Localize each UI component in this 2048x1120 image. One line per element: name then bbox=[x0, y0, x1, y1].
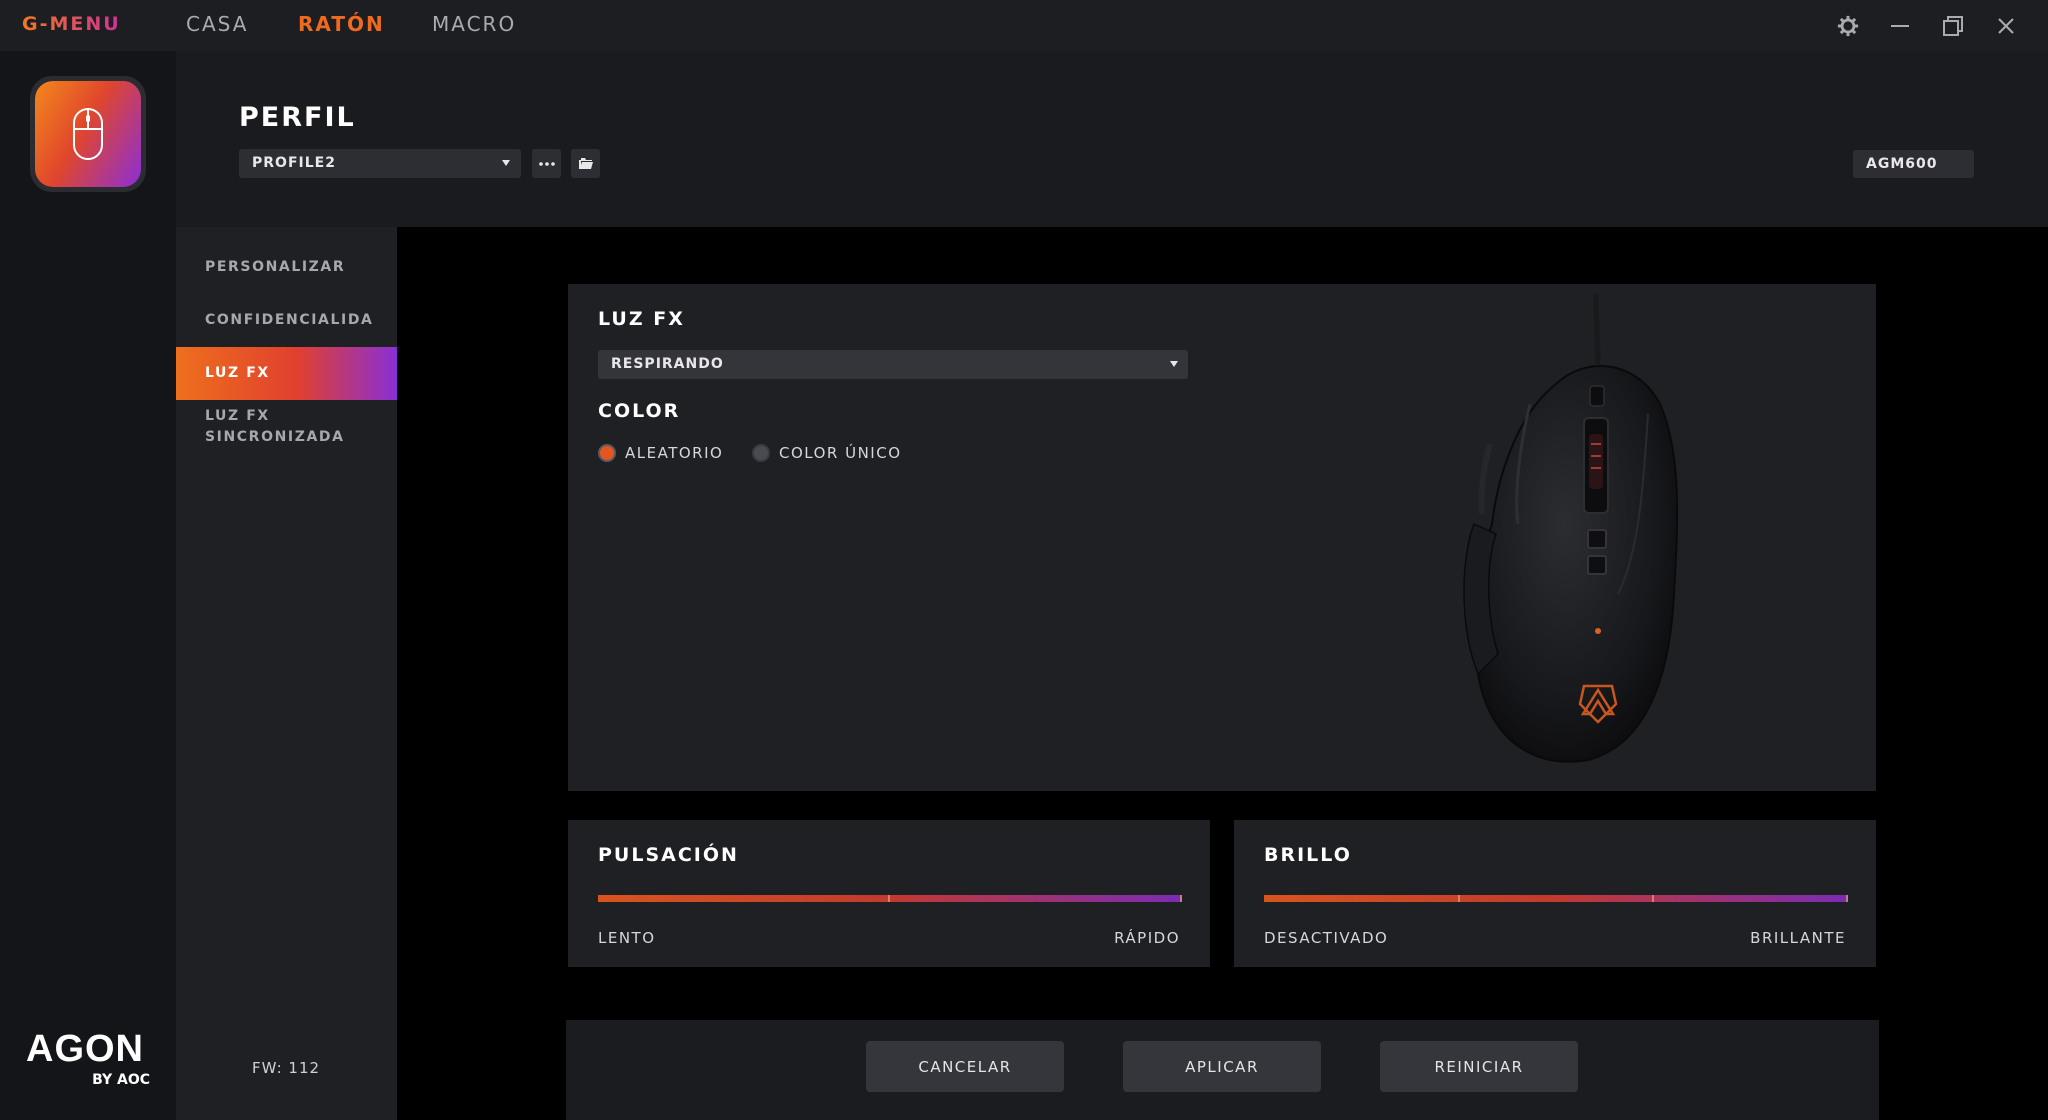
apply-button[interactable]: APLICAR bbox=[1123, 1041, 1321, 1092]
restore-icon bbox=[1943, 16, 1963, 36]
brightness-min-label: DESACTIVADO bbox=[1264, 929, 1389, 947]
radio-unselected-icon bbox=[752, 444, 770, 462]
agon-logo-text: AGON bbox=[26, 1028, 144, 1070]
brightness-max-label: BRILLANTE bbox=[1750, 929, 1846, 947]
radio-color-unico[interactable]: COLOR ÚNICO bbox=[752, 444, 902, 462]
pulse-slider[interactable] bbox=[598, 895, 1182, 902]
mouse-icon bbox=[73, 108, 103, 160]
slider-tick bbox=[1180, 895, 1182, 902]
tab-casa[interactable]: CASA bbox=[186, 12, 248, 36]
profile-header: PERFIL PROFILE2 AGM600 bbox=[176, 51, 2048, 227]
pulse-card: PULSACIÓN LENTO RÁPIDO bbox=[568, 820, 1210, 967]
tab-raton[interactable]: RATÓN bbox=[298, 12, 385, 36]
device-rail: AGON BY AOC bbox=[0, 51, 176, 1120]
app-brand: G-MENU bbox=[22, 13, 121, 35]
action-bar: CANCELAR APLICAR REINICIAR bbox=[566, 1020, 1879, 1120]
subnav-confidencialidad[interactable]: CONFIDENCIALIDA bbox=[176, 310, 397, 331]
luz-fx-card: LUZ FX RESPIRANDO COLOR ALEATORIO COLOR … bbox=[568, 284, 1876, 791]
slider-tick bbox=[1652, 895, 1654, 902]
caret-down-icon bbox=[502, 160, 510, 166]
model-badge: AGM600 bbox=[1853, 150, 1974, 178]
minimize-button[interactable] bbox=[1884, 10, 1916, 42]
gear-icon bbox=[1837, 15, 1859, 37]
profile-more-button[interactable] bbox=[532, 149, 561, 178]
pulse-min-label: LENTO bbox=[598, 929, 656, 947]
sub-sidebar: PERSONALIZAR CONFIDENCIALIDA LUZ FX LUZ … bbox=[176, 227, 397, 1120]
slider-tick bbox=[1458, 895, 1460, 902]
pulse-title: PULSACIÓN bbox=[598, 844, 739, 866]
settings-button[interactable] bbox=[1832, 10, 1864, 42]
tab-macro[interactable]: MACRO bbox=[432, 12, 516, 36]
folder-icon bbox=[578, 158, 593, 169]
reset-button[interactable]: REINICIAR bbox=[1380, 1041, 1578, 1092]
profile-dropdown-value: PROFILE2 bbox=[252, 155, 336, 171]
luz-fx-title: LUZ FX bbox=[598, 308, 685, 330]
restore-button[interactable] bbox=[1937, 10, 1969, 42]
profile-folder-button[interactable] bbox=[571, 149, 600, 178]
title-bar: G-MENU CASA RATÓN MACRO bbox=[0, 0, 2048, 51]
effect-dropdown[interactable]: RESPIRANDO bbox=[598, 350, 1188, 379]
profile-dropdown[interactable]: PROFILE2 bbox=[239, 149, 521, 178]
aoc-logo-text: BY AOC bbox=[92, 1072, 150, 1088]
agon-logo: AGON BY AOC bbox=[26, 1028, 156, 1088]
brightness-slider[interactable] bbox=[1264, 895, 1848, 902]
radio-aleatorio-label: ALEATORIO bbox=[625, 444, 724, 462]
subnav-personalizar[interactable]: PERSONALIZAR bbox=[176, 257, 397, 278]
slider-tick bbox=[888, 895, 890, 902]
more-dots-icon bbox=[538, 161, 555, 166]
color-title: COLOR bbox=[598, 400, 681, 422]
radio-aleatorio[interactable]: ALEATORIO bbox=[598, 444, 723, 462]
cancel-button[interactable]: CANCELAR bbox=[866, 1041, 1064, 1092]
mouse-preview-image bbox=[1463, 294, 1679, 763]
close-button[interactable] bbox=[1990, 10, 2022, 42]
subnav-luz-fx-sincronizada[interactable]: LUZ FX SINCRONIZADA bbox=[176, 406, 376, 448]
page-title: PERFIL bbox=[239, 102, 356, 133]
radio-selected-icon bbox=[598, 444, 616, 462]
subnav-luz-fx[interactable]: LUZ FX bbox=[176, 347, 397, 400]
radio-color-unico-label: COLOR ÚNICO bbox=[779, 444, 902, 462]
effect-dropdown-value: RESPIRANDO bbox=[611, 356, 724, 372]
device-tile-mouse[interactable] bbox=[30, 76, 146, 192]
slider-tick bbox=[1846, 895, 1848, 902]
close-icon bbox=[1998, 18, 2014, 34]
pulse-max-label: RÁPIDO bbox=[1114, 929, 1180, 947]
firmware-version: FW: 112 bbox=[252, 1059, 321, 1077]
brightness-card: BRILLO DESACTIVADO BRILLANTE bbox=[1234, 820, 1876, 967]
minimize-icon bbox=[1891, 25, 1909, 27]
brightness-title: BRILLO bbox=[1264, 844, 1352, 866]
caret-down-icon bbox=[1170, 361, 1178, 367]
